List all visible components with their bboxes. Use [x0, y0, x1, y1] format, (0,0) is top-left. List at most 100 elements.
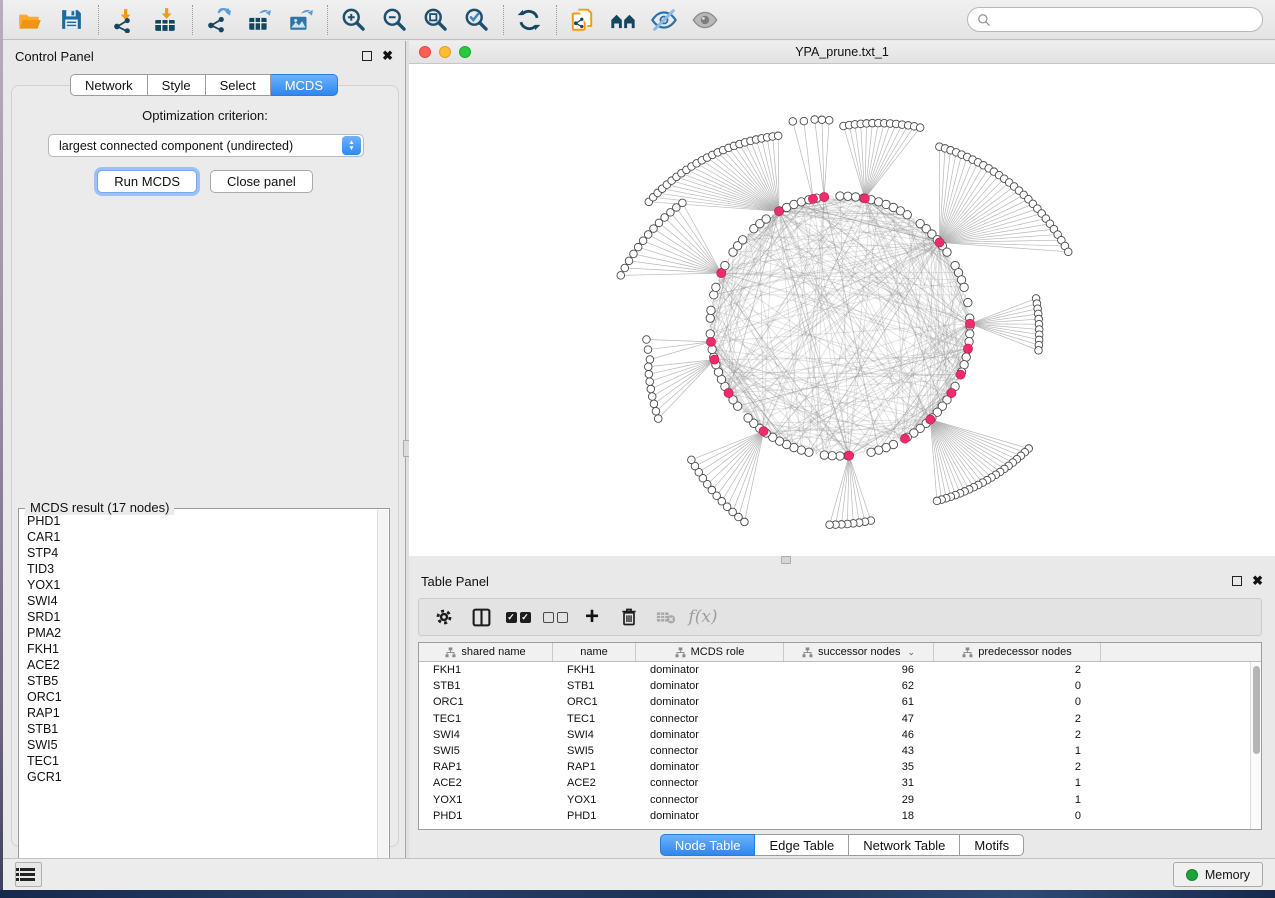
tab-motifs[interactable]: Motifs	[960, 834, 1024, 856]
close-panel-icon[interactable]: ✖	[1252, 576, 1263, 586]
table-row[interactable]: SWI4SWI4dominator462	[419, 727, 1250, 743]
mcds-network-node[interactable]	[844, 451, 853, 460]
split-columns-icon[interactable]	[466, 602, 496, 632]
new-network-from-selection-icon[interactable]	[565, 3, 599, 37]
run-mcds-button[interactable]: Run MCDS	[97, 170, 197, 193]
search-input[interactable]	[997, 13, 1253, 27]
mcds-network-node[interactable]	[774, 207, 783, 216]
apply-layout-icon[interactable]	[512, 3, 546, 37]
table-row[interactable]: STB1STB1dominator620	[419, 678, 1250, 694]
network-node[interactable]	[762, 215, 770, 223]
mcds-network-node[interactable]	[710, 355, 719, 364]
mcds-network-node[interactable]	[808, 194, 817, 203]
mcds-result-item[interactable]: TEC1	[21, 753, 376, 769]
show-all-icon[interactable]	[688, 3, 722, 37]
mcds-result-scrollbar[interactable]	[377, 510, 388, 876]
zoom-selected-icon[interactable]	[459, 3, 493, 37]
mcds-network-node[interactable]	[926, 415, 935, 424]
mcds-result-item[interactable]: STP4	[21, 545, 376, 561]
select-all-checkbox-icon[interactable]: ✓✓	[503, 602, 533, 632]
table-row[interactable]: FKH1FKH1dominator962	[419, 662, 1250, 678]
mcds-network-node[interactable]	[965, 319, 974, 328]
mcds-network-node[interactable]	[947, 388, 956, 397]
delete-column-icon[interactable]	[614, 602, 644, 632]
network-node[interactable]	[706, 314, 714, 322]
table-row[interactable]: ACE2ACE2connector311	[419, 775, 1250, 791]
zoom-in-icon[interactable]	[336, 3, 370, 37]
save-session-icon[interactable]	[54, 3, 88, 37]
network-node[interactable]	[707, 306, 715, 314]
memory-button[interactable]: Memory	[1173, 862, 1263, 887]
column-header-MCDS-role[interactable]: MCDS role	[636, 643, 784, 661]
tab-select[interactable]: Select	[206, 74, 271, 96]
horizontal-splitter[interactable]	[409, 556, 1275, 566]
network-node[interactable]	[797, 198, 805, 206]
hide-selected-icon[interactable]	[647, 3, 681, 37]
mcds-network-node[interactable]	[860, 194, 869, 203]
mcds-result-list[interactable]: PHD1CAR1STP4TID3YOX1SWI4SRD1PMA2FKH1ACE2…	[21, 513, 376, 875]
network-node[interactable]	[820, 451, 828, 459]
network-node[interactable]	[964, 298, 972, 306]
mcds-network-node[interactable]	[956, 370, 965, 379]
tab-node-table[interactable]: Node Table	[660, 834, 756, 856]
mcds-result-item[interactable]: CAR1	[21, 529, 376, 545]
mcds-result-item[interactable]: ACE2	[21, 657, 376, 673]
network-node[interactable]	[962, 353, 970, 361]
table-row[interactable]: SWI5SWI5connector431	[419, 743, 1250, 759]
optimization-criterion-select[interactable]: largest connected component (undirected)…	[48, 134, 364, 157]
network-node[interactable]	[943, 248, 951, 256]
network-node[interactable]	[710, 291, 718, 299]
network-node[interactable]	[744, 414, 752, 422]
scrollbar-thumb[interactable]	[1253, 666, 1260, 754]
mcds-result-item[interactable]: ORC1	[21, 689, 376, 705]
tab-edge-table[interactable]: Edge Table	[755, 834, 849, 856]
import-network-icon[interactable]	[107, 3, 141, 37]
network-node[interactable]	[874, 446, 882, 454]
mcds-network-node[interactable]	[759, 427, 768, 436]
open-session-icon[interactable]	[13, 3, 47, 37]
network-node[interactable]	[836, 192, 844, 200]
network-node[interactable]	[960, 283, 968, 291]
add-column-icon[interactable]: +	[577, 602, 607, 632]
export-network-icon[interactable]	[201, 3, 235, 37]
tab-style[interactable]: Style	[148, 74, 206, 96]
mcds-network-node[interactable]	[717, 269, 726, 278]
mcds-result-item[interactable]: FKH1	[21, 641, 376, 657]
column-header-predecessor-nodes[interactable]: predecessor nodes	[934, 643, 1101, 661]
zoom-out-icon[interactable]	[377, 3, 411, 37]
mcds-network-node[interactable]	[935, 238, 944, 247]
mcds-network-node[interactable]	[900, 434, 909, 443]
mcds-result-item[interactable]: GCR1	[21, 769, 376, 785]
column-header-name[interactable]: name	[553, 643, 636, 661]
column-header-shared-name[interactable]: shared name	[419, 643, 553, 661]
network-node[interactable]	[805, 448, 813, 456]
import-table-icon[interactable]	[148, 3, 182, 37]
mcds-result-item[interactable]: PHD1	[21, 513, 376, 529]
network-node[interactable]	[844, 192, 852, 200]
mcds-network-node[interactable]	[724, 388, 733, 397]
network-node[interactable]	[867, 448, 875, 456]
network-node[interactable]	[706, 330, 714, 338]
tab-network-table[interactable]: Network Table	[849, 834, 960, 856]
network-window-titlebar[interactable]: YPA_prune.txt_1	[409, 41, 1275, 64]
search-box[interactable]	[967, 7, 1263, 32]
mcds-network-node[interactable]	[820, 192, 829, 201]
network-node[interactable]	[712, 283, 720, 291]
network-node[interactable]	[836, 452, 844, 460]
float-panel-icon[interactable]	[362, 51, 372, 61]
mcds-result-item[interactable]: TID3	[21, 561, 376, 577]
first-neighbors-icon[interactable]	[606, 3, 640, 37]
table-scrollbar[interactable]	[1250, 662, 1261, 829]
tab-mcds[interactable]: MCDS	[271, 74, 338, 96]
network-node[interactable]	[851, 193, 859, 201]
table-row[interactable]: TEC1TEC1connector472	[419, 711, 1250, 727]
mcds-network-node[interactable]	[963, 344, 972, 353]
network-node[interactable]	[966, 330, 974, 338]
close-panel-button[interactable]: Close panel	[210, 170, 313, 193]
mcds-result-item[interactable]: SRD1	[21, 609, 376, 625]
table-row[interactable]: ORC1ORC1dominator610	[419, 694, 1250, 710]
network-canvas[interactable]	[409, 64, 1275, 556]
mcds-result-item[interactable]: RAP1	[21, 705, 376, 721]
column-header-successor-nodes[interactable]: successor nodes⌄	[784, 643, 934, 661]
mcds-result-item[interactable]: SWI4	[21, 593, 376, 609]
